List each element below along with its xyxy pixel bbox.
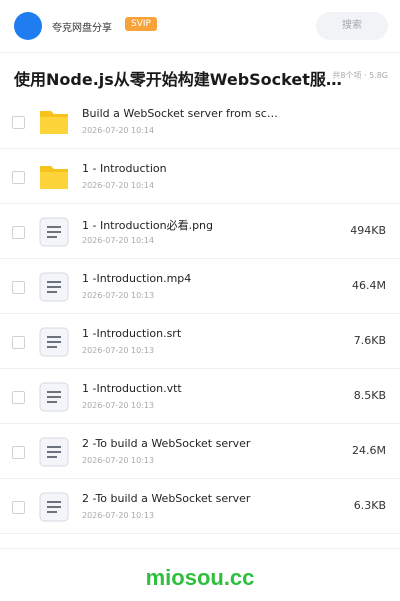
folder-icon <box>38 106 70 138</box>
file-date: 2026-07-20 10:14 <box>82 236 155 245</box>
row-checkbox[interactable] <box>12 226 25 239</box>
row-checkbox[interactable] <box>12 116 25 129</box>
file-icon <box>38 326 70 358</box>
file-list: Build a WebSocket server from scratch us… <box>0 94 400 534</box>
search-button[interactable]: 搜索 <box>316 12 388 40</box>
file-size: 8.5KB <box>353 389 386 402</box>
row-checkbox[interactable] <box>12 336 25 349</box>
file-size: 24.6M <box>352 444 386 457</box>
file-row[interactable]: Build a WebSocket server from scratch us… <box>0 94 400 149</box>
share-meta: 共8个项 · 5.8G <box>332 71 388 80</box>
file-icon <box>38 436 70 468</box>
file-row[interactable]: 2 -To build a WebSocket server 2026-07-2… <box>0 424 400 479</box>
row-checkbox[interactable] <box>12 391 25 404</box>
file-name[interactable]: 1 -Introduction.vtt <box>82 382 282 395</box>
file-date: 2026-07-20 10:13 <box>82 401 155 410</box>
row-checkbox[interactable] <box>12 446 25 459</box>
file-row[interactable]: 1 - Introduction必看.png 2026-07-20 10:14 … <box>0 204 400 259</box>
svip-badge: SVIP <box>125 17 157 31</box>
file-name[interactable]: 1 - Introduction必看.png <box>82 217 282 233</box>
footer: miosou.cc <box>0 548 400 601</box>
file-name[interactable]: 1 -Introduction.mp4 <box>82 272 282 285</box>
file-date: 2026-07-20 10:14 <box>82 181 155 190</box>
brand-name: 夸克网盘分享 <box>52 23 112 34</box>
file-icon <box>38 216 70 248</box>
file-name[interactable]: 1 - Introduction <box>82 162 282 175</box>
file-date: 2026-07-20 10:13 <box>82 511 155 520</box>
file-row[interactable]: 1 -Introduction.vtt 2026-07-20 10:13 8.5… <box>0 369 400 424</box>
file-icon <box>38 271 70 303</box>
page-title: 使用Node.js从零开始构建WebSocket服务器 | Build a We… <box>14 70 352 89</box>
file-name[interactable]: 1 -Introduction.srt <box>82 327 282 340</box>
app-header: 夸克网盘分享 SVIP 搜索 <box>0 0 400 53</box>
row-checkbox[interactable] <box>12 171 25 184</box>
file-date: 2026-07-20 10:13 <box>82 456 155 465</box>
file-size: 494KB <box>350 224 386 237</box>
file-date: 2026-07-20 10:13 <box>82 291 155 300</box>
file-row[interactable]: 2 -To build a WebSocket server 2026-07-2… <box>0 479 400 534</box>
file-name[interactable]: 2 -To build a WebSocket server <box>82 437 282 450</box>
file-icon <box>38 491 70 523</box>
file-row[interactable]: 1 -Introduction.srt 2026-07-20 10:13 7.6… <box>0 314 400 369</box>
file-size: 7.6KB <box>353 334 386 347</box>
row-checkbox[interactable] <box>12 281 25 294</box>
file-row[interactable]: 1 -Introduction.mp4 2026-07-20 10:13 46.… <box>0 259 400 314</box>
file-icon <box>38 381 70 413</box>
file-size: 46.4M <box>352 279 386 292</box>
footer-brand[interactable]: miosou.cc <box>0 565 400 591</box>
file-date: 2026-07-20 10:14 <box>82 126 155 135</box>
avatar[interactable] <box>14 12 42 40</box>
folder-icon <box>38 161 70 193</box>
row-checkbox[interactable] <box>12 501 25 514</box>
file-date: 2026-07-20 10:13 <box>82 346 155 355</box>
file-name[interactable]: Build a WebSocket server from scratch us… <box>82 107 282 120</box>
file-row[interactable]: 1 - Introduction 2026-07-20 10:14 <box>0 149 400 204</box>
file-size: 6.3KB <box>353 499 386 512</box>
file-name[interactable]: 2 -To build a WebSocket server <box>82 492 282 505</box>
